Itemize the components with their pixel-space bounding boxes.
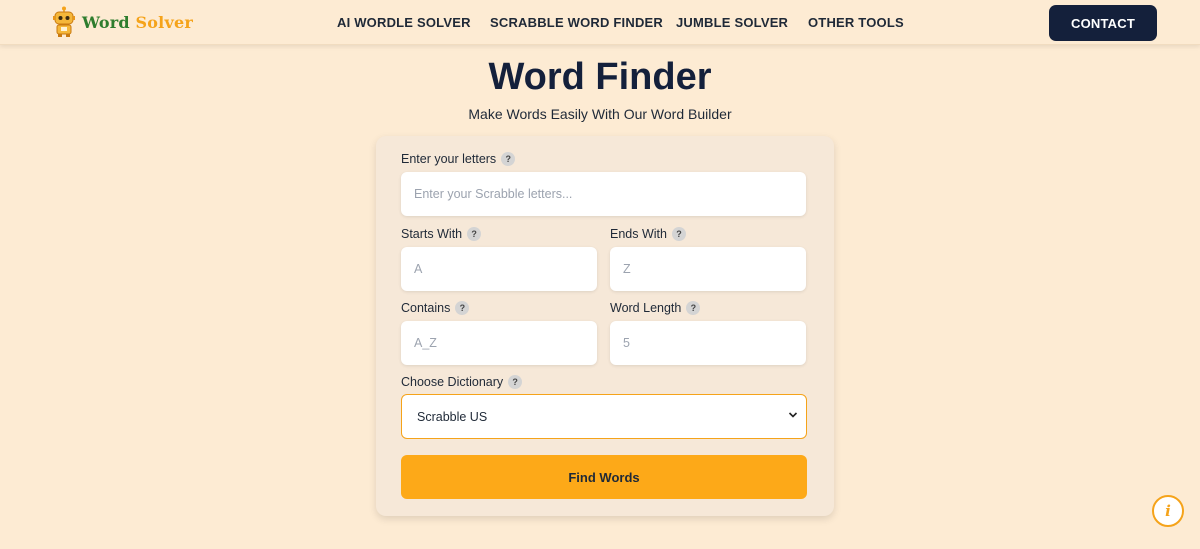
chevron-down-icon [788,412,798,418]
dictionary-selected-value: Scrabble US [417,409,488,424]
site-logo[interactable]: Word Solver [50,6,193,38]
robot-logo-icon [53,6,75,37]
nav-ai-wordle-solver[interactable]: AI WORDLE SOLVER [337,15,471,30]
dictionary-label: Choose Dictionary [401,375,504,389]
starts-with-label: Starts With [401,227,463,241]
logo-word-2: Solver [135,12,193,32]
ends-with-help-icon[interactable]: ? [671,227,686,241]
contains-label-group: Contains ? [401,301,470,315]
contact-button[interactable]: CONTACT [1049,5,1157,41]
ends-with-label-group: Ends With ? [610,227,686,241]
ends-with-label: Ends With [610,227,667,241]
word-length-label: Word Length [610,301,682,315]
site-header: Word Solver AI WORDLE SOLVER SCRABBLE WO… [0,0,1200,45]
page-title: Word Finder [488,56,712,98]
contains-label: Contains [401,301,451,315]
letters-label-group: Enter your letters ? [401,152,516,166]
find-words-button[interactable]: Find Words [401,455,807,499]
info-icon[interactable]: i [1152,495,1184,527]
dictionary-select[interactable]: Scrabble US [401,394,807,439]
starts-with-label-group: Starts With ? [401,227,482,241]
nav-scrabble-word-finder[interactable]: SCRABBLE WORD FINDER [490,15,663,30]
nav-jumble-solver[interactable]: JUMBLE SOLVER [676,15,788,30]
letters-input[interactable] [401,172,806,216]
dictionary-label-group: Choose Dictionary ? [401,375,523,389]
word-length-label-group: Word Length ? [610,301,701,315]
starts-with-help-icon[interactable]: ? [467,227,482,241]
word-length-help-icon[interactable]: ? [686,301,701,315]
logo-text: Word Solver [82,13,193,32]
contains-help-icon[interactable]: ? [455,301,470,315]
dictionary-help-icon[interactable]: ? [508,375,523,389]
nav-other-tools[interactable]: OTHER TOOLS [808,15,904,30]
word-finder-form: Enter your letters ? Starts With ? Ends … [376,136,834,516]
word-length-input[interactable] [610,321,806,365]
ends-with-input[interactable] [610,247,806,291]
contains-input[interactable] [401,321,597,365]
starts-with-input[interactable] [401,247,597,291]
letters-help-icon[interactable]: ? [501,152,516,166]
logo-word-1: Word [82,12,130,32]
page-subtitle: Make Words Easily With Our Word Builder [468,106,732,122]
letters-label: Enter your letters [401,152,497,166]
